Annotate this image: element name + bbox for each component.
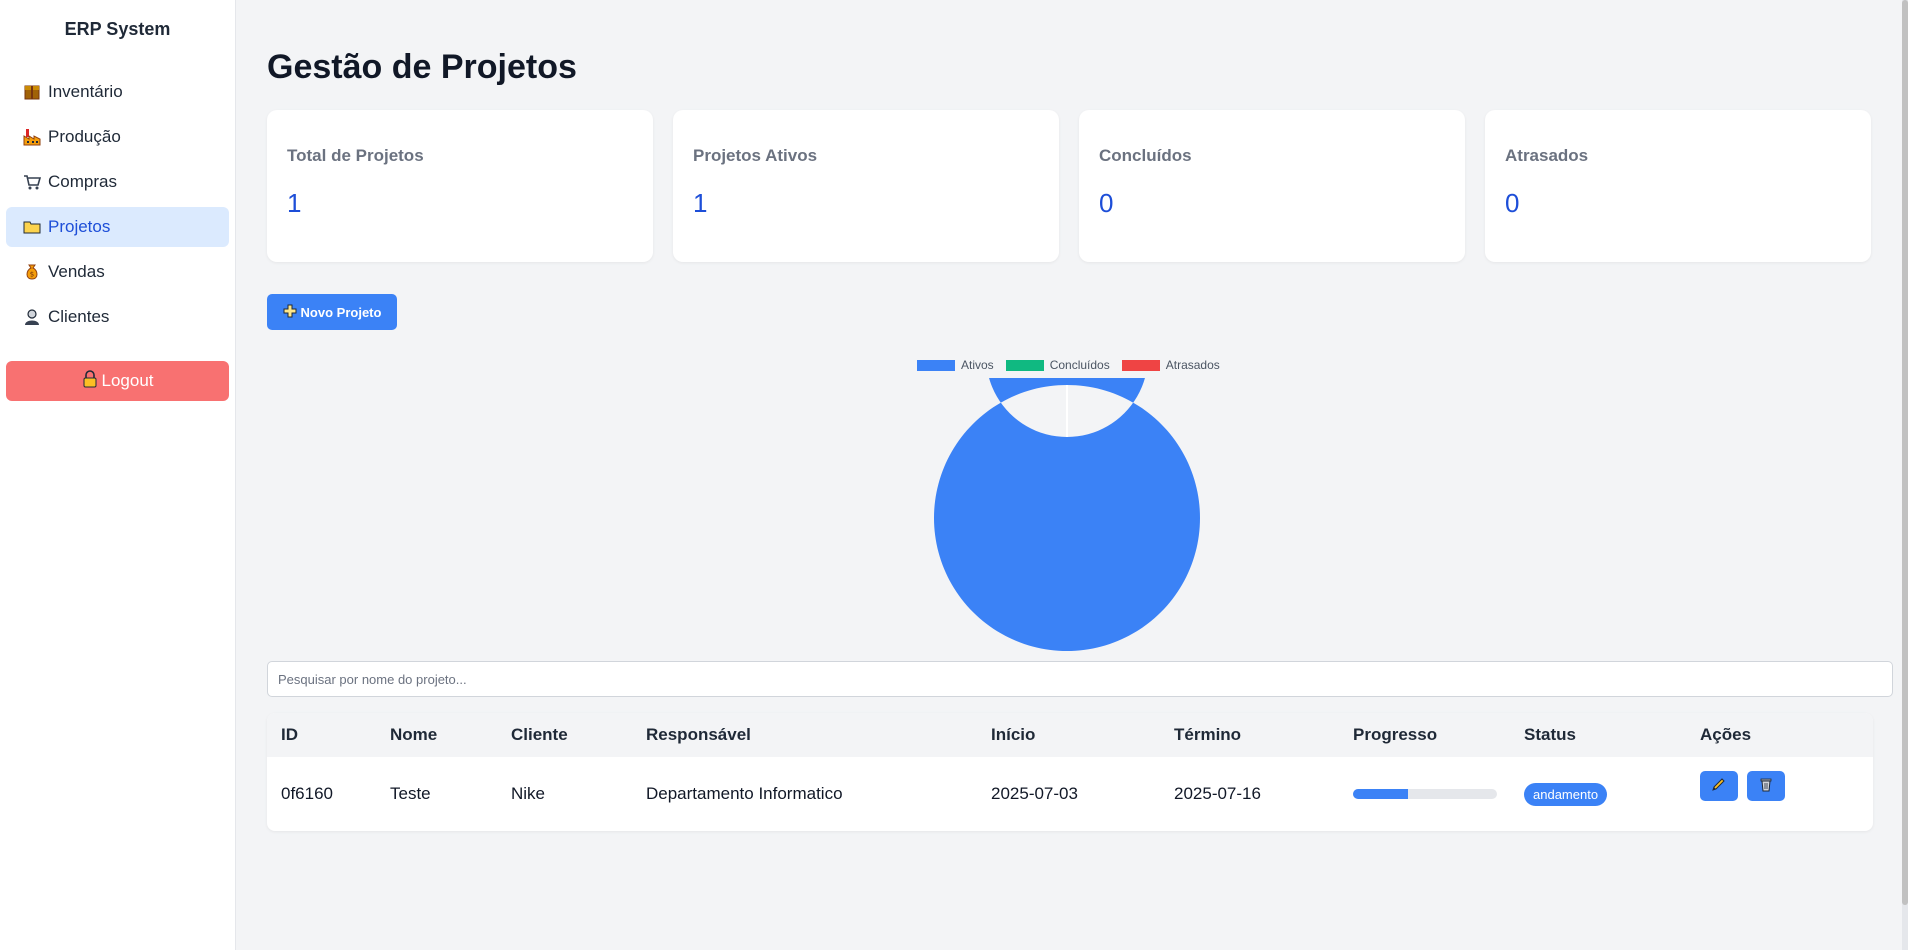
delete-button[interactable] (1747, 771, 1785, 801)
col-header-cliente: Cliente (511, 725, 568, 744)
folder-icon (22, 217, 42, 237)
search-input[interactable] (267, 661, 1893, 697)
progress-fill (1353, 789, 1408, 799)
sidebar-nav: Inventário Produção Compras Projetos $ V… (0, 72, 235, 337)
stat-value: 1 (287, 188, 302, 218)
stats-cards: Total de Projetos 1 Projetos Ativos 1 Co… (267, 110, 1871, 262)
stat-card-total: Total de Projetos 1 (267, 110, 653, 262)
sidebar-item-clientes[interactable]: Clientes (6, 297, 229, 337)
sidebar-item-label: Produção (48, 127, 121, 146)
new-project-button[interactable]: Novo Projeto (267, 294, 397, 330)
edit-button[interactable] (1700, 771, 1738, 801)
projects-table: ID Nome Cliente Responsável Início Térmi… (267, 713, 1873, 831)
row-actions (1700, 771, 1873, 801)
status-donut-chart (934, 378, 1200, 651)
cell-id: 0f6160 (281, 784, 333, 803)
stat-label: Concluídos (1099, 146, 1192, 165)
cell-responsavel: Departamento Informatico (646, 784, 843, 803)
pencil-icon (1711, 776, 1727, 797)
legend-label: Ativos (961, 358, 994, 372)
sidebar-item-label: Clientes (48, 307, 110, 326)
legend-item-ativos[interactable]: Ativos (917, 358, 994, 372)
logout-button[interactable]: Logout (6, 361, 229, 401)
sidebar-item-label: Compras (48, 172, 117, 191)
brand-title: ERP System (64, 19, 171, 39)
legend-swatch (1005, 359, 1044, 371)
cell-progresso (1353, 789, 1524, 799)
sidebar-item-label: Vendas (48, 262, 105, 281)
factory-icon (22, 127, 42, 147)
col-header-id: ID (281, 725, 298, 744)
user-icon (22, 307, 42, 327)
sidebar-item-vendas[interactable]: $ Vendas (6, 252, 229, 292)
sidebar-item-label: Inventário (48, 82, 123, 101)
cell-nome: Teste (390, 784, 431, 803)
scrollbar-thumb[interactable] (1902, 0, 1908, 905)
package-icon (22, 82, 42, 102)
col-header-responsavel: Responsável (646, 725, 751, 744)
cart-icon (22, 172, 42, 192)
sidebar-item-producao[interactable]: Produção (6, 117, 229, 157)
legend-label: Concluídos (1049, 358, 1110, 372)
stat-card-ativos: Projetos Ativos 1 (673, 110, 1059, 262)
cell-termino: 2025-07-16 (1174, 784, 1261, 803)
stat-card-atrasados: Atrasados 0 (1485, 110, 1871, 262)
main-content: Gestão de Projetos Total de Projetos 1 P… (237, 0, 1902, 950)
col-header-inicio: Início (991, 725, 1036, 744)
table-row: 0f6160 Teste Nike Departamento Informati… (267, 757, 1873, 831)
cell-acoes (1700, 771, 1873, 801)
progress-bar (1353, 789, 1497, 799)
stat-label: Total de Projetos (287, 146, 424, 165)
legend-item-atrasados[interactable]: Atrasados (1121, 358, 1220, 372)
cell-inicio: 2025-07-03 (991, 784, 1078, 803)
stat-value: 0 (1505, 188, 1520, 218)
stat-label: Projetos Ativos (693, 146, 818, 165)
sidebar-item-inventario[interactable]: Inventário (6, 72, 229, 112)
stat-value: 1 (693, 188, 708, 218)
stat-label: Atrasados (1505, 146, 1589, 165)
plus-icon (283, 304, 297, 321)
cell-cliente: Nike (511, 784, 546, 803)
legend-swatch (917, 359, 955, 371)
stat-value: 0 (1099, 188, 1114, 218)
new-project-label: Novo Projeto (300, 304, 382, 320)
sidebar-item-compras[interactable]: Compras (6, 162, 229, 202)
sidebar-item-label: Projetos (48, 217, 111, 236)
page-scrollbar[interactable] (1902, 0, 1908, 950)
col-header-nome: Nome (390, 725, 438, 744)
money-bag-icon: $ (22, 262, 42, 282)
logout-label: Logout (101, 371, 154, 390)
table-header: ID Nome Cliente Responsável Início Térmi… (267, 713, 1873, 757)
status-badge: andamento (1524, 782, 1608, 806)
legend-item-concluidos[interactable]: Concluídos (1005, 358, 1110, 372)
sidebar-item-projetos[interactable]: Projetos (6, 207, 229, 247)
svg-text:$: $ (30, 271, 34, 279)
trash-icon (1758, 776, 1774, 797)
col-header-progresso: Progresso (1353, 725, 1438, 744)
stat-card-concluidos: Concluídos 0 (1079, 110, 1465, 262)
col-header-status: Status (1524, 725, 1576, 744)
lock-icon (82, 369, 98, 393)
col-header-acoes: Ações (1700, 725, 1752, 744)
col-header-termino: Término (1174, 725, 1242, 744)
legend-swatch (1121, 359, 1160, 371)
page-title: Gestão de Projetos (267, 48, 577, 86)
chart-legend: Ativos Concluídos Atrasados (917, 358, 1220, 372)
legend-label: Atrasados (1165, 358, 1220, 372)
cell-status: andamento (1524, 782, 1700, 806)
sidebar: ERP System Inventário Produção Compras P… (0, 0, 236, 950)
